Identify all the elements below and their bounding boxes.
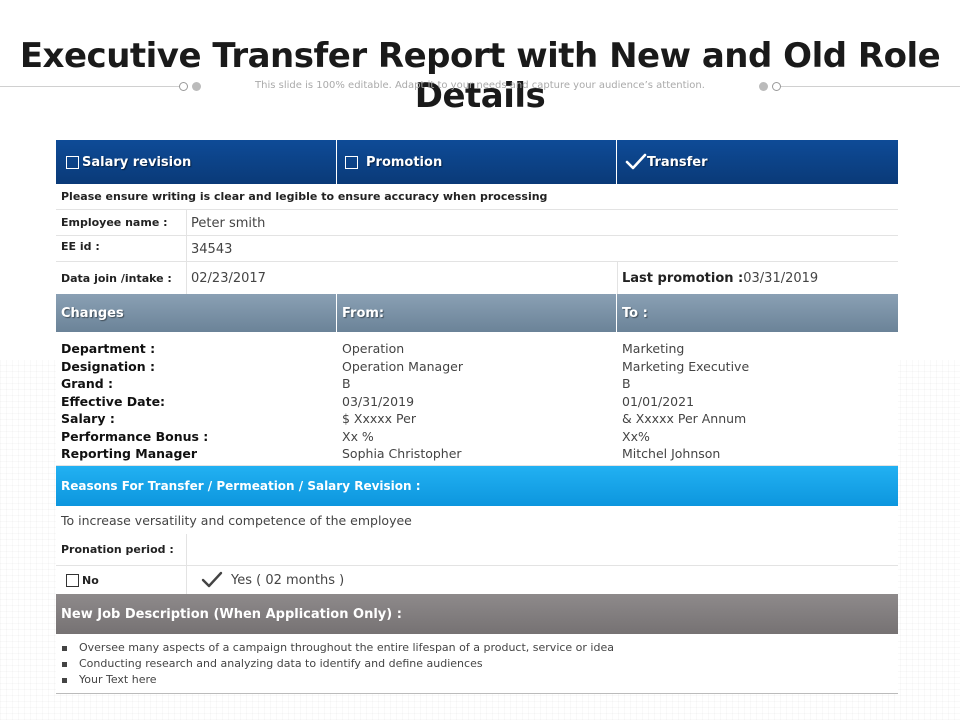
probation-value xyxy=(186,534,187,566)
option-yes-label: Yes ( 02 months ) xyxy=(231,572,345,588)
change-to-value: Mitchel Johnson xyxy=(622,446,721,461)
date-join-value: 02/23/2017 xyxy=(186,262,617,294)
change-from-value: Sophia Christopher xyxy=(342,446,462,461)
change-label: Salary : xyxy=(61,411,115,426)
bullet-icon xyxy=(62,645,67,651)
list-item-text: Conducting research and analyzing data t… xyxy=(79,657,483,670)
changes-header-from: From: xyxy=(337,294,617,332)
probation-label: Pronation period : xyxy=(61,543,174,556)
checkbox-icon[interactable] xyxy=(66,573,79,587)
employee-name-value: Peter smith xyxy=(186,210,265,236)
changes-header-changes: Changes xyxy=(56,294,337,332)
changes-body: Department : Designation : Grand : Effec… xyxy=(56,332,898,466)
checkmark-icon[interactable] xyxy=(625,153,647,171)
change-label: Reporting Manager xyxy=(61,446,198,461)
change-label: Designation : xyxy=(61,358,155,374)
reason-row: To increase versatility and competence o… xyxy=(56,506,898,534)
change-to-value: Marketing Executive xyxy=(622,358,750,374)
job-description-header-text: New Job Description (When Application On… xyxy=(61,606,402,622)
bullet-icon xyxy=(62,661,67,667)
checkbox-icon[interactable] xyxy=(66,155,79,169)
page-title: Executive Transfer Report with New and O… xyxy=(19,36,941,116)
transfer-form: Salary revision Promotion Transfer Pleas… xyxy=(56,140,898,694)
probation-row: Pronation period : xyxy=(56,534,898,566)
ee-id-value: 34543 xyxy=(186,236,232,262)
ee-id-label: EE id : xyxy=(61,240,100,253)
change-from-value: Xx % xyxy=(342,428,374,444)
changes-from: Operation Operation Manager B 03/31/2019… xyxy=(337,340,617,465)
change-label: Performance Bonus : xyxy=(61,428,209,444)
type-salary-revision[interactable]: Salary revision xyxy=(56,140,337,184)
changes-labels: Department : Designation : Grand : Effec… xyxy=(56,340,337,465)
job-description-header: New Job Description (When Application On… xyxy=(56,594,898,634)
list-item: Conducting research and analyzing data t… xyxy=(62,656,898,672)
option-yes[interactable]: Yes ( 02 months ) xyxy=(186,566,344,594)
change-from-value: B xyxy=(342,376,351,391)
type-promotion-label: Promotion xyxy=(366,154,443,170)
employee-name-label: Employee name : xyxy=(61,216,168,229)
change-to-value: & Xxxxx Per Annum xyxy=(622,411,747,426)
instruction-row: Please ensure writing is clear and legib… xyxy=(56,184,898,210)
list-item-text: Oversee many aspects of a campaign throu… xyxy=(79,641,614,654)
change-label: Effective Date: xyxy=(61,393,166,409)
page-subtitle: This slide is 100% editable. Adapt it to… xyxy=(255,80,705,91)
changes-header: Changes From: To : xyxy=(56,294,898,332)
bullet-icon xyxy=(62,677,67,683)
changes-header-to: To : xyxy=(622,305,648,321)
checkmark-icon[interactable] xyxy=(201,571,223,589)
reason-text: To increase versatility and competence o… xyxy=(61,512,412,528)
instruction-text: Please ensure writing is clear and legib… xyxy=(61,190,548,203)
last-promotion-label: Last promotion : xyxy=(622,270,744,286)
change-from-value: Operation Manager xyxy=(342,358,463,374)
reasons-header-text: Reasons For Transfer / Permeation / Sala… xyxy=(61,479,421,493)
list-item: Oversee many aspects of a campaign throu… xyxy=(62,640,898,656)
employee-name-row: Employee name : Peter smith xyxy=(56,210,898,236)
checkbox-icon[interactable] xyxy=(345,155,358,169)
probation-options: No Yes ( 02 months ) xyxy=(56,566,898,594)
type-promotion[interactable]: Promotion xyxy=(337,140,617,184)
reasons-header: Reasons For Transfer / Permeation / Sala… xyxy=(56,466,898,506)
date-join-label: Data join /intake : xyxy=(61,271,172,285)
change-to-value: 01/01/2021 xyxy=(622,393,695,409)
change-to-value: Xx% xyxy=(622,428,650,444)
change-from-value: Operation xyxy=(342,341,405,356)
change-label: Department : xyxy=(61,341,156,356)
option-no[interactable]: No xyxy=(56,566,186,594)
change-from-value: $ Xxxxx Per xyxy=(342,411,416,426)
date-row: Data join /intake : 02/23/2017 Last prom… xyxy=(56,262,898,294)
change-to-value: B xyxy=(622,376,631,391)
change-from-value: 03/31/2019 xyxy=(342,393,415,409)
form-type-header: Salary revision Promotion Transfer xyxy=(56,140,898,184)
ee-id-row: EE id : 34543 xyxy=(56,236,898,262)
list-item: Your Text here xyxy=(62,672,898,688)
job-description-list: Oversee many aspects of a campaign throu… xyxy=(56,634,898,694)
type-transfer-label: Transfer xyxy=(647,154,708,170)
change-label: Grand : xyxy=(61,376,114,391)
last-promotion-value: 03/31/2019 xyxy=(743,270,819,286)
type-transfer[interactable]: Transfer xyxy=(617,140,898,184)
option-no-label: No xyxy=(82,573,99,587)
list-item-text: Your Text here xyxy=(79,673,157,686)
last-promotion: Last promotion : 03/31/2019 xyxy=(617,262,818,294)
changes-to: Marketing Marketing Executive B 01/01/20… xyxy=(617,340,898,465)
change-to-value: Marketing xyxy=(622,341,685,356)
type-salary-revision-label: Salary revision xyxy=(82,154,192,170)
